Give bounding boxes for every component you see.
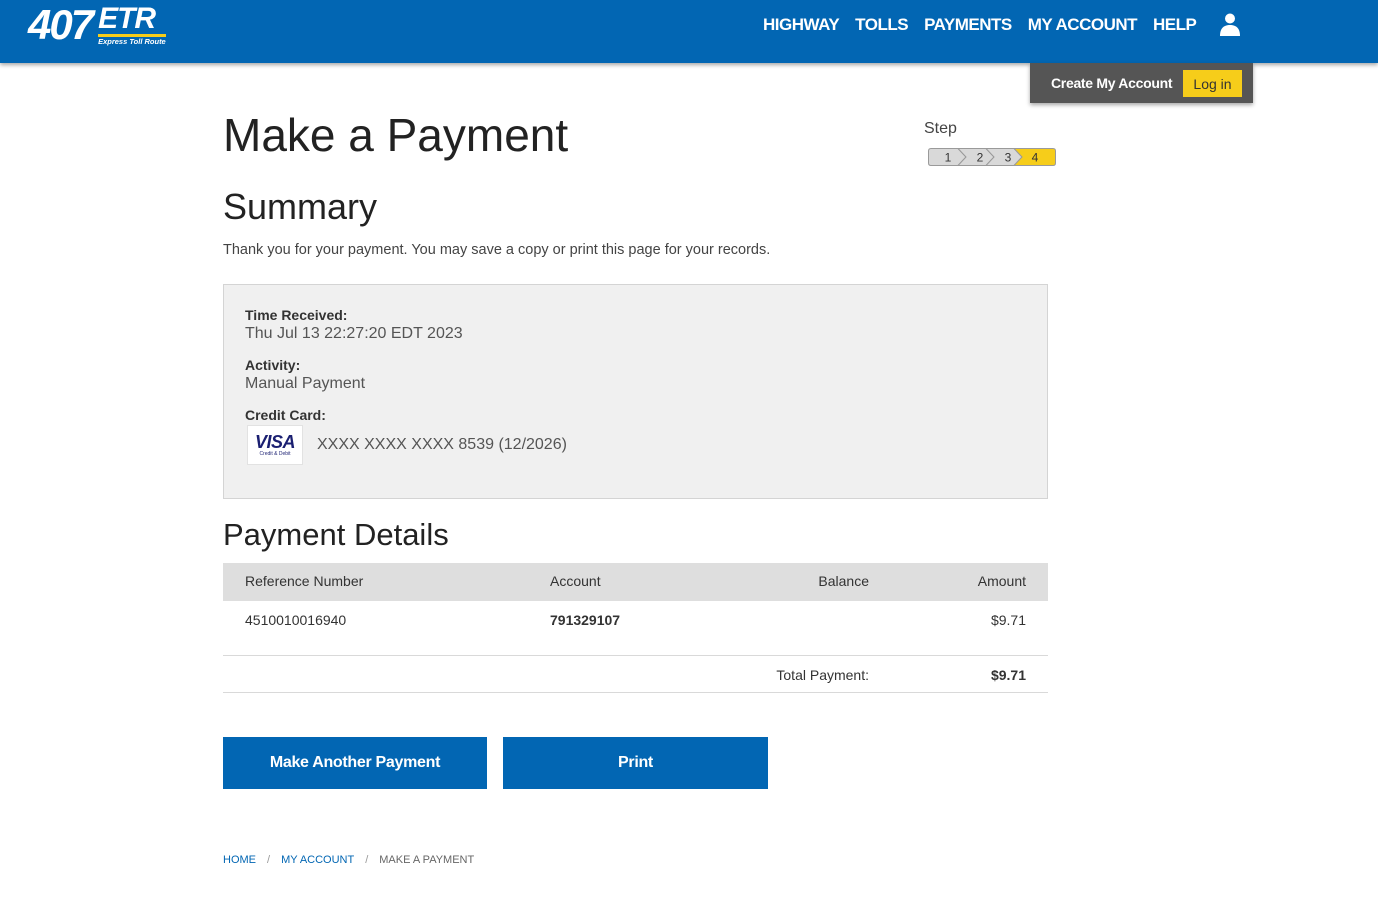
column-amount: Amount bbox=[977, 573, 1026, 589]
amount-cell: $9.71 bbox=[990, 612, 1026, 628]
table-header: Reference Number Account Balance Amount bbox=[223, 563, 1048, 601]
breadcrumb-current-page: MAKE A PAYMENT bbox=[379, 854, 475, 866]
breadcrumb: HOME / MY ACCOUNT / MAKE A PAYMENT bbox=[223, 854, 474, 866]
top-navigation-bar: 407 ETR Express Toll Route HIGHWAY TOLLS… bbox=[0, 0, 1378, 63]
card-brand-subtext: Credit & Debit bbox=[259, 451, 291, 457]
step-3: 3 bbox=[1005, 151, 1012, 165]
payment-summary-box: Time Received: Thu Jul 13 22:27:20 EDT 2… bbox=[223, 284, 1048, 499]
visa-logo-icon: VISA Credit & Debit bbox=[247, 425, 303, 465]
logo-letters: ETR bbox=[98, 4, 166, 37]
payment-details-table: Reference Number Account Balance Amount … bbox=[223, 563, 1048, 693]
nav-my-account[interactable]: MY ACCOUNT bbox=[1028, 14, 1138, 36]
column-reference-number: Reference Number bbox=[245, 573, 364, 589]
credit-card-label: Credit Card: bbox=[245, 407, 326, 423]
nav-highway[interactable]: HIGHWAY bbox=[763, 14, 840, 36]
nav-payments[interactable]: PAYMENTS bbox=[924, 14, 1012, 36]
account-cell: 791329107 bbox=[550, 612, 621, 628]
activity-label: Activity: bbox=[245, 357, 301, 373]
column-account: Account bbox=[550, 573, 601, 589]
total-payment-value: $9.71 bbox=[990, 667, 1026, 683]
step-4: 4 bbox=[1032, 151, 1039, 165]
nav-tolls[interactable]: TOLLS bbox=[855, 14, 908, 36]
create-account-link[interactable]: Create My Account bbox=[1051, 75, 1172, 91]
total-row: Total Payment: $9.71 bbox=[223, 656, 1048, 693]
print-button[interactable]: Print bbox=[503, 737, 768, 789]
breadcrumb-separator: / bbox=[267, 854, 271, 866]
main-nav: HIGHWAY TOLLS PAYMENTS MY ACCOUNT HELP bbox=[763, 14, 1197, 36]
time-received-label: Time Received: bbox=[245, 307, 348, 323]
step-progress-indicator: 1 2 3 4 bbox=[928, 148, 1056, 166]
logo-tagline: Express Toll Route bbox=[98, 37, 166, 46]
step-label: Step bbox=[924, 120, 957, 137]
time-received-value: Thu Jul 13 22:27:20 EDT 2023 bbox=[245, 325, 463, 342]
user-icon[interactable] bbox=[1218, 12, 1242, 36]
activity-value: Manual Payment bbox=[245, 375, 366, 392]
page-title: Make a Payment bbox=[223, 109, 569, 161]
407-etr-logo[interactable]: 407 ETR Express Toll Route bbox=[28, 4, 218, 48]
table-row: 4510010016940 791329107 $9.71 bbox=[223, 601, 1048, 656]
summary-heading: Summary bbox=[223, 186, 378, 227]
reference-number-cell: 4510010016940 bbox=[245, 612, 347, 628]
total-payment-label: Total Payment: bbox=[776, 667, 869, 683]
logo-number: 407 bbox=[28, 1, 94, 48]
logo-etr: ETR Express Toll Route bbox=[98, 4, 166, 47]
card-number: XXXX XXXX XXXX 8539 (12/2026) bbox=[317, 436, 567, 453]
nav-help[interactable]: HELP bbox=[1153, 14, 1197, 36]
breadcrumb-my-account[interactable]: MY ACCOUNT bbox=[281, 854, 354, 866]
login-button[interactable]: Log in bbox=[1183, 70, 1242, 97]
column-balance: Balance bbox=[818, 573, 869, 589]
breadcrumb-home[interactable]: HOME bbox=[223, 854, 256, 866]
payment-details-heading: Payment Details bbox=[223, 517, 449, 552]
breadcrumb-separator: / bbox=[365, 854, 369, 866]
step-2: 2 bbox=[977, 151, 984, 165]
confirmation-message: Thank you for your payment. You may save… bbox=[223, 242, 771, 258]
step-1: 1 bbox=[945, 151, 952, 165]
account-dropdown: Create My Account Log in bbox=[1030, 63, 1253, 103]
make-another-payment-button[interactable]: Make Another Payment bbox=[223, 737, 487, 789]
card-brand: VISA bbox=[254, 432, 296, 452]
